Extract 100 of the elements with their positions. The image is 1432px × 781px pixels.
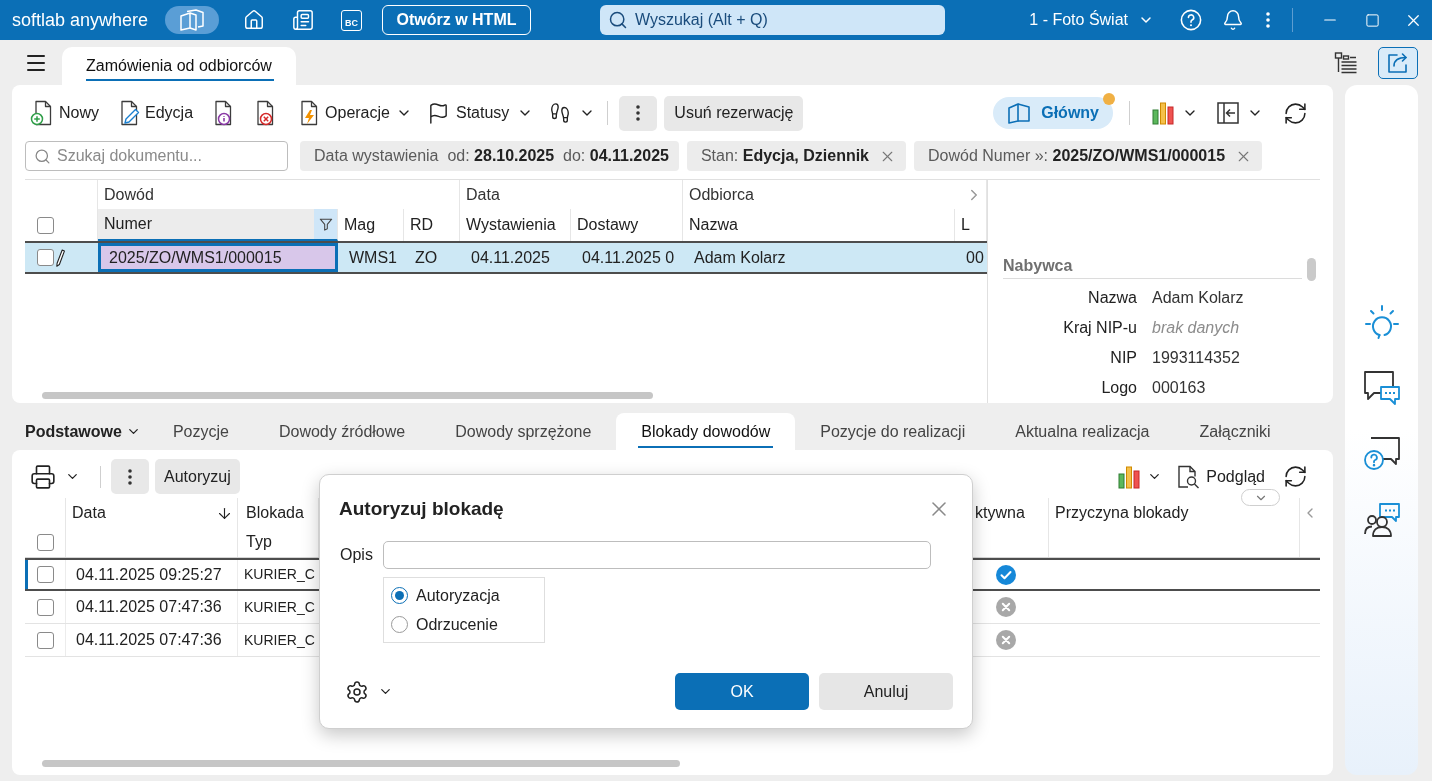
- filter-button[interactable]: [314, 209, 337, 239]
- section-title: Nabywca: [1003, 256, 1073, 276]
- refresh-icon[interactable]: [1283, 464, 1308, 489]
- scrollbar-thumb[interactable]: [1306, 258, 1316, 281]
- column-group-header: Odbiorca: [689, 184, 754, 205]
- column-header: Blokada: [246, 502, 304, 523]
- company-selector[interactable]: 1 - Foto Świat: [1029, 8, 1154, 32]
- radio-label: Odrzucenie: [416, 614, 498, 635]
- newspaper-icon[interactable]: [292, 9, 314, 31]
- section-tab[interactable]: Pozycje: [147, 413, 254, 450]
- checkbox[interactable]: [37, 534, 54, 551]
- filter-icon: [318, 217, 333, 231]
- column-header: Wystawienia: [466, 215, 556, 235]
- table-cell-text: Adam Kolarz: [693, 247, 787, 268]
- lightbulb-icon[interactable]: [1363, 304, 1400, 340]
- section-tab[interactable]: Dowody sprzężone: [430, 413, 617, 450]
- field-value: 000163: [1152, 379, 1206, 397]
- filter-chip[interactable]: Data wystawienia od: 28.10.2025 do: 04.11.2025: [300, 141, 679, 171]
- document-search-field[interactable]: Szukaj dokumentu...: [25, 141, 288, 171]
- description-input[interactable]: [383, 541, 931, 569]
- table-cell-text: KURIER_C: [243, 630, 316, 650]
- share-button[interactable]: [1378, 46, 1418, 79]
- preview-button[interactable]: Podgląd: [1176, 464, 1265, 489]
- workspace-button[interactable]: [165, 6, 219, 34]
- edit-button[interactable]: Edycja: [116, 100, 194, 126]
- bell-icon[interactable]: [1222, 9, 1244, 31]
- settings-menu-button[interactable]: [345, 679, 393, 704]
- field-label: Kraj NIP-u: [1063, 319, 1137, 337]
- authorize-button[interactable]: Autoryzuj: [155, 459, 240, 494]
- statuses-menu[interactable]: Statusy: [426, 101, 534, 125]
- section-tab[interactable]: Dowody źródłowe: [253, 413, 431, 450]
- table-cell-text: KURIER_C: [243, 565, 316, 584]
- radio-label: Autoryzacja: [416, 585, 500, 606]
- printer-icon: [30, 463, 56, 490]
- search-icon: [34, 148, 51, 165]
- more-button[interactable]: [111, 459, 149, 494]
- checkbox[interactable]: [37, 631, 54, 649]
- table-cell: 2025/ZO/WMS1/000015: [98, 243, 338, 272]
- checkbox[interactable]: [37, 598, 54, 616]
- cancel-button[interactable]: Anuluj: [819, 673, 953, 710]
- field-label: NIP: [1110, 349, 1137, 367]
- search-field[interactable]: Wyszukaj (Alt + Q): [600, 5, 945, 35]
- checkbox[interactable]: [37, 216, 54, 234]
- field-label: Logo: [1101, 379, 1137, 397]
- section-tab[interactable]: Pozycje do realizacji: [795, 413, 991, 450]
- column-header: Numer: [104, 214, 152, 234]
- column-header: Typ: [246, 532, 272, 553]
- folded-map-icon: [179, 9, 205, 31]
- table-cell-text: 04.11.2025: [470, 247, 551, 268]
- filter-chip[interactable]: Stan: Edycja, Dziennik: [686, 141, 906, 171]
- bc-button[interactable]: BC: [341, 9, 362, 31]
- table-cell-text: ZO: [414, 247, 439, 268]
- filter-chip[interactable]: Dowód Numer »: 2025/ZO/WMS1/000015: [914, 141, 1263, 171]
- chat-icon[interactable]: [1362, 370, 1401, 406]
- bar-chart-icon: [1151, 101, 1175, 125]
- section-tab[interactable]: Blokady dowodów: [616, 413, 796, 450]
- view-menu[interactable]: Podstawowe: [25, 413, 141, 450]
- document-tab[interactable]: Zamówienia od odbiorców: [62, 47, 296, 85]
- tree-list-icon[interactable]: [1334, 50, 1358, 75]
- refresh-icon[interactable]: [1283, 100, 1308, 126]
- home-icon[interactable]: [243, 9, 265, 31]
- operations-menu[interactable]: Operacje: [296, 100, 412, 126]
- table-row[interactable]: 2025/ZO/WMS1/000015 WMS1 ZO 04.11.2025 04.11.2025 0 Adam Kolarz 00: [25, 241, 987, 274]
- column-header: Przyczyna blokady: [1055, 503, 1189, 523]
- remove-reservation-button[interactable]: Usuń rezerwację: [664, 95, 804, 131]
- people-chat-icon[interactable]: [1362, 502, 1401, 538]
- column-header: Mag: [344, 215, 376, 235]
- checkbox[interactable]: [37, 249, 54, 266]
- radio-button[interactable]: [391, 616, 408, 633]
- open-html-button[interactable]: Otwórz w HTML: [382, 5, 531, 35]
- section-tab[interactable]: Aktualna realizacja: [990, 413, 1175, 450]
- radio-button[interactable]: [391, 587, 408, 604]
- scrollbar-thumb[interactable]: [42, 391, 653, 399]
- field-value: Adam Kolarz: [1152, 289, 1244, 307]
- section-tab[interactable]: Załączniki: [1174, 413, 1296, 450]
- field-value: 1993114352: [1152, 349, 1240, 367]
- table-cell-text: 04.11.2025 0: [581, 247, 676, 268]
- more-button[interactable]: [619, 95, 658, 131]
- column-header: RD: [410, 215, 434, 235]
- ok-button[interactable]: OK: [675, 673, 809, 710]
- open-book-icon: [1007, 102, 1032, 124]
- table-cell: 04.11.2025 07:47:36: [66, 591, 238, 623]
- search-icon: [608, 10, 628, 30]
- checkbox[interactable]: [37, 566, 54, 583]
- bar-chart-icon: [1117, 464, 1142, 489]
- more-icon: [128, 468, 132, 485]
- more-icon[interactable]: [1266, 12, 1270, 28]
- maximize-icon[interactable]: [1365, 12, 1380, 28]
- dialog-title: Autoryzuj blokadę: [339, 497, 504, 521]
- app-name: softlab anywhere: [12, 9, 149, 31]
- help-icon[interactable]: [1180, 9, 1202, 31]
- document-search-icon: [1176, 464, 1201, 489]
- column-group-header: Data: [466, 184, 500, 205]
- scrollbar-thumb[interactable]: [42, 759, 680, 767]
- field-label: Nazwa: [1088, 289, 1137, 307]
- column-header: Dostawy: [577, 215, 639, 235]
- help-chat-icon[interactable]: [1362, 436, 1401, 472]
- field-label: Opis: [340, 546, 373, 563]
- print-button[interactable]: [30, 463, 80, 490]
- new-button[interactable]: Nowy: [30, 100, 99, 126]
